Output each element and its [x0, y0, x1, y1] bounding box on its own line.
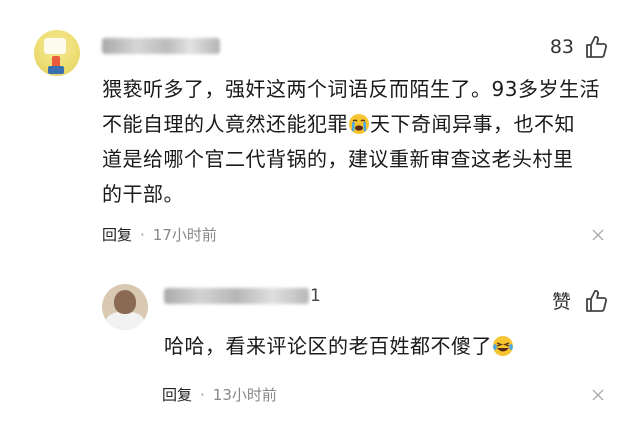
comment-line: 的干部。: [102, 182, 184, 206]
separator: ·: [200, 386, 205, 404]
crying-emoji-icon: [349, 114, 369, 134]
close-icon[interactable]: [592, 229, 604, 241]
comment-line: 不能自理的人竟然还能犯罪 天下奇闻异事，也不知: [102, 112, 575, 136]
like-count: 83: [549, 36, 574, 58]
comment-line: 道是给哪个官二代背锅的，建议重新审查这老头村里: [102, 147, 574, 171]
username-redacted[interactable]: [102, 38, 220, 54]
laughing-crying-emoji-icon: [493, 336, 513, 356]
comment-thread: 83 猥亵听多了，强奸这两个词语反而陌生了。93多岁生活 不能自理的人竟然还能犯…: [0, 0, 640, 441]
reply-text: 哈哈，看来评论区的老百姓都不傻了: [164, 330, 514, 359]
reply-meta: 回复 · 13小时前: [162, 384, 277, 405]
like-label[interactable]: 赞: [552, 287, 571, 314]
reply-username-tail: 1: [310, 286, 321, 306]
comment-text: 猥亵听多了，强奸这两个词语反而陌生了。93多岁生活 不能自理的人竟然还能犯罪 天…: [102, 72, 622, 212]
avatar[interactable]: [34, 30, 80, 76]
reply-button[interactable]: 回复: [162, 386, 192, 404]
thumbs-up-icon[interactable]: [584, 288, 608, 314]
reply-username-redacted[interactable]: [164, 288, 309, 304]
comment-line: 猥亵听多了，强奸这两个词语反而陌生了。93多岁生活: [102, 77, 600, 101]
timestamp: 13小时前: [212, 386, 277, 404]
separator: ·: [140, 226, 145, 244]
timestamp: 17小时前: [152, 226, 217, 244]
reply-avatar[interactable]: [102, 284, 148, 330]
close-icon[interactable]: [592, 389, 604, 401]
comment-meta: 回复 · 17小时前: [102, 224, 217, 245]
reply-button[interactable]: 回复: [102, 226, 132, 244]
thumbs-up-icon[interactable]: [584, 34, 608, 60]
